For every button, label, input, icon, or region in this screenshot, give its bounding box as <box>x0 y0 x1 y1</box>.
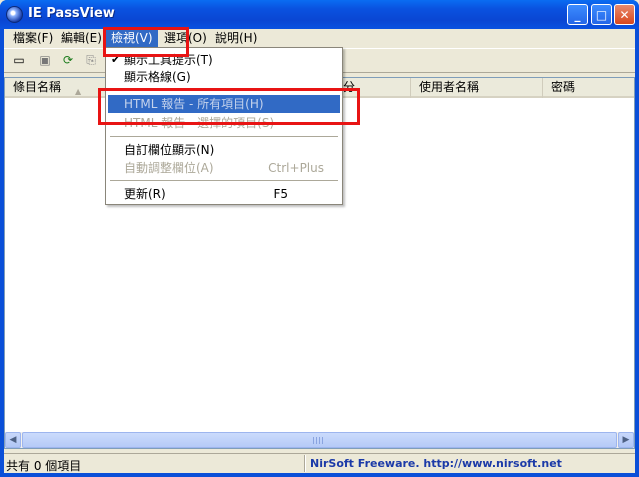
app-icon <box>6 6 23 23</box>
menu-html-report-all[interactable]: HTML 報告 - 所有項目(H) <box>108 95 340 113</box>
toolbar-copy-button[interactable]: ⎘ <box>82 51 100 69</box>
toolbar-refresh-button[interactable]: ⟳ <box>59 51 77 69</box>
close-button[interactable]: ✕ <box>614 4 635 25</box>
grip-icon <box>313 437 325 444</box>
toolbar-refresh-icon: ⟳ <box>62 53 74 67</box>
close-icon: ✕ <box>619 7 630 22</box>
menu-file[interactable]: 檔案(F) <box>8 29 58 47</box>
scroll-right-button[interactable]: ▶ <box>618 432 634 448</box>
menu-view[interactable]: 檢視(V) <box>106 29 158 47</box>
menu-refresh[interactable]: 更新(R) F5 <box>108 185 340 203</box>
separator <box>110 90 338 92</box>
minimize-button[interactable]: _ <box>567 4 588 25</box>
menu-help[interactable]: 說明(H) <box>210 29 262 47</box>
toolbar-html-icon: ▭ <box>13 53 25 67</box>
menu-html-report-selected[interactable]: HTML 報告 - 選擇的項目(S) <box>108 114 340 132</box>
menu-auto-size-columns[interactable]: 自動調整欄位(A) Ctrl+Plus <box>108 159 340 177</box>
checkmark-icon: ✔ <box>111 53 121 66</box>
toolbar-copy-icon: ⎘ <box>86 52 96 67</box>
separator <box>110 136 338 138</box>
sort-arrow-icon: ▲ <box>75 87 82 96</box>
maximize-button[interactable]: □ <box>591 4 612 25</box>
menu-bar: 檔案(F) 編輯(E) 檢視(V) 選項(O) 說明(H) <box>4 29 635 47</box>
title-bar[interactable]: IE PassView _ □ ✕ <box>0 0 639 29</box>
menu-choose-columns[interactable]: 自訂欄位顯示(N) <box>108 141 340 159</box>
maximize-icon: □ <box>595 7 608 22</box>
scroll-thumb[interactable] <box>22 432 617 448</box>
status-bar: 共有 0 個項目 NirSoft Freeware. http://www.ni… <box>4 453 635 473</box>
item-count: 共有 0 個項目 <box>6 459 82 473</box>
scroll-left-button[interactable]: ◀ <box>5 432 21 448</box>
separator <box>110 180 338 182</box>
view-menu-dropdown: ✔ 顯示工具提示(T) 顯示格線(G) HTML 報告 - 所有項目(H) HT… <box>105 47 343 205</box>
minimize-icon: _ <box>574 7 581 22</box>
menu-show-gridlines[interactable]: 顯示格線(G) <box>108 68 340 86</box>
nirsoft-link[interactable]: NirSoft Freeware. http://www.nirsoft.net <box>310 457 562 470</box>
toolbar-save-button[interactable]: ▣ <box>36 51 54 69</box>
chevron-right-icon: ▶ <box>622 435 630 445</box>
toolbar-html-button[interactable]: ▭ <box>10 51 28 69</box>
column-password[interactable]: 密碼 <box>543 78 634 98</box>
toolbar-save-icon: ▣ <box>39 53 51 67</box>
horizontal-scrollbar[interactable]: ◀ ▶ <box>5 432 634 448</box>
status-divider <box>304 455 306 472</box>
window-title: IE PassView <box>28 6 115 21</box>
menu-edit[interactable]: 編輯(E) <box>56 29 107 47</box>
column-partial-label: 分 <box>343 80 356 94</box>
menu-options[interactable]: 選項(O) <box>159 29 212 47</box>
chevron-left-icon: ◀ <box>9 435 17 445</box>
column-username[interactable]: 使用者名稱 <box>411 78 543 98</box>
menu-show-tooltips[interactable]: ✔ 顯示工具提示(T) <box>108 51 340 69</box>
